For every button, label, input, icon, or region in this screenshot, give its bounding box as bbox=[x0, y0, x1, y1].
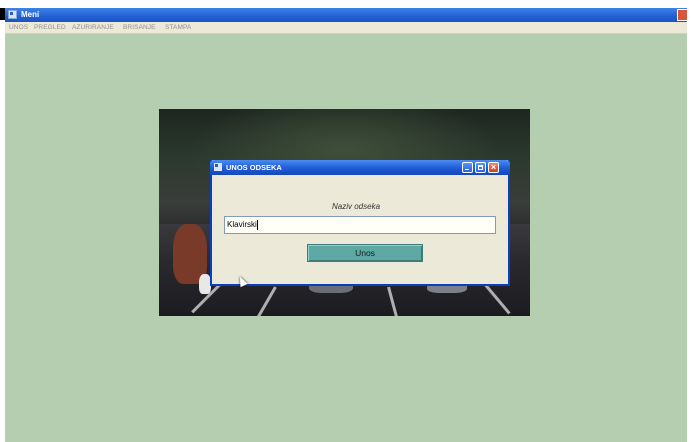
menu-item-unos[interactable]: UNOS bbox=[9, 22, 28, 33]
menu-item-stampa[interactable]: STAMPA bbox=[165, 22, 191, 33]
main-window-title: Meni bbox=[21, 10, 40, 19]
menu-item-pregled[interactable]: PREGLED bbox=[34, 22, 66, 33]
window-app-icon[interactable] bbox=[214, 163, 222, 171]
menu-item-brisanje[interactable]: BRISANJE bbox=[123, 22, 156, 33]
maximize-icon[interactable] bbox=[475, 162, 486, 173]
dialog-title-bar[interactable]: UNOS ODSEKA × bbox=[210, 160, 510, 175]
window-app-icon[interactable] bbox=[8, 10, 17, 19]
menu-bar: UNOS PREGLED AZURIRANJE BRISANJE STAMPA bbox=[5, 22, 687, 34]
text-caret bbox=[256, 219, 258, 230]
naziv-odseka-input[interactable]: Klavirski bbox=[224, 216, 496, 234]
minimize-icon[interactable] bbox=[462, 162, 473, 173]
unos-button[interactable]: Unos bbox=[307, 244, 423, 262]
dialog-title: UNOS ODSEKA bbox=[226, 163, 282, 172]
close-icon[interactable] bbox=[677, 9, 687, 21]
main-title-bar[interactable]: Meni bbox=[5, 8, 687, 22]
unos-odseka-dialog: UNOS ODSEKA × Naziv odseka Klavirski Uno… bbox=[210, 160, 510, 286]
naziv-odseka-label: Naziv odseka bbox=[332, 202, 381, 211]
input-value: Klavirski bbox=[227, 220, 257, 229]
close-icon[interactable]: × bbox=[488, 162, 499, 173]
menu-item-azuriranje[interactable]: AZURIRANJE bbox=[72, 22, 114, 33]
